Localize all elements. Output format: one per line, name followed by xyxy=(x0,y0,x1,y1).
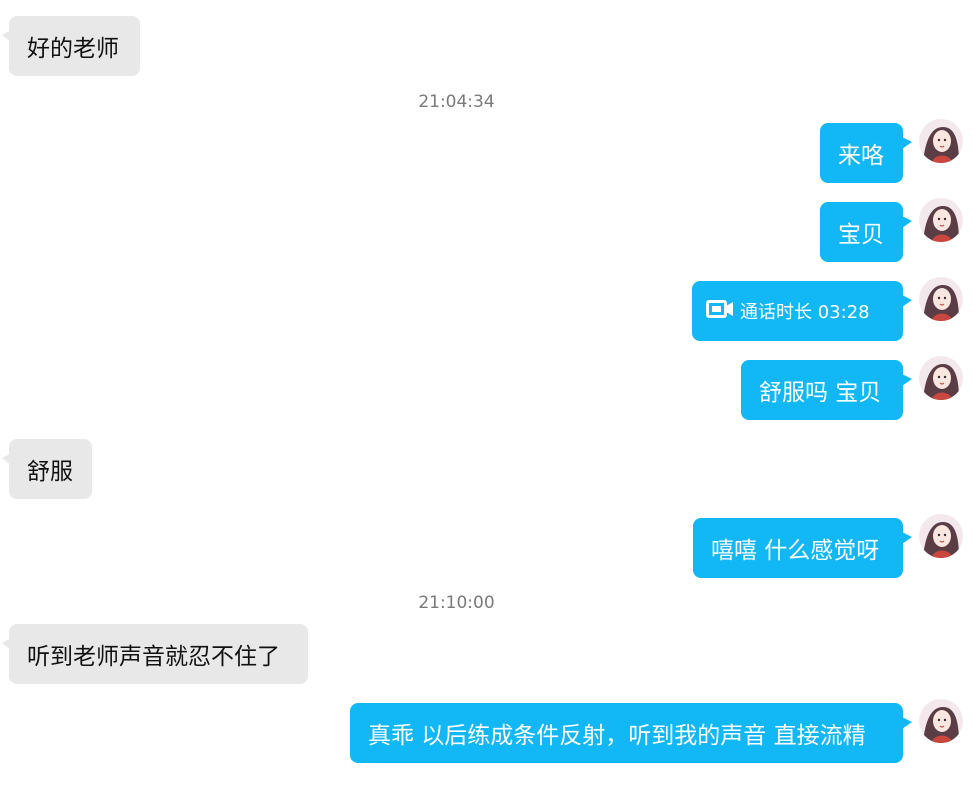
message-text: 听到老师声音就忍不住了 xyxy=(27,644,280,670)
message-text: 宝贝 xyxy=(838,222,884,248)
outgoing-message[interactable]: 来咯 xyxy=(820,123,912,183)
timestamp: 21:04:34 xyxy=(418,92,495,112)
outgoing-message[interactable]: 宝贝 xyxy=(820,202,912,262)
call-record-message[interactable]: 通话时长 03:28 xyxy=(692,281,912,341)
incoming-message[interactable]: 听到老师声音就忍不住了 xyxy=(2,624,308,684)
call-duration-text: 通话时长 03:28 xyxy=(740,302,870,323)
avatar[interactable] xyxy=(919,119,963,163)
avatar[interactable] xyxy=(919,277,963,321)
avatar[interactable] xyxy=(919,699,963,743)
message-text: 好的老师 xyxy=(27,36,119,62)
avatar[interactable] xyxy=(919,514,963,558)
incoming-message[interactable]: 好的老师 xyxy=(2,16,140,76)
avatar[interactable] xyxy=(919,356,963,400)
message-text: 真乖 以后练成条件反射，听到我的声音 直接流精 xyxy=(368,723,866,749)
outgoing-message[interactable]: 嘻嘻 什么感觉呀 xyxy=(693,518,912,578)
chat-history: 好的老师 21:04:34 来咯 宝贝 通话时长 03:28 舒服吗 宝贝 舒服… xyxy=(0,0,973,794)
timestamp: 21:10:00 xyxy=(418,593,495,613)
message-text: 嘻嘻 什么感觉呀 xyxy=(711,538,880,564)
incoming-message[interactable]: 舒服 xyxy=(2,439,92,499)
video-camera-icon xyxy=(706,299,734,324)
avatar[interactable] xyxy=(919,198,963,242)
message-text: 舒服 xyxy=(27,459,73,485)
message-text: 舒服吗 宝贝 xyxy=(759,380,882,406)
message-text: 来咯 xyxy=(838,143,884,169)
outgoing-message[interactable]: 真乖 以后练成条件反射，听到我的声音 直接流精 xyxy=(350,703,912,763)
outgoing-message[interactable]: 舒服吗 宝贝 xyxy=(741,360,912,420)
